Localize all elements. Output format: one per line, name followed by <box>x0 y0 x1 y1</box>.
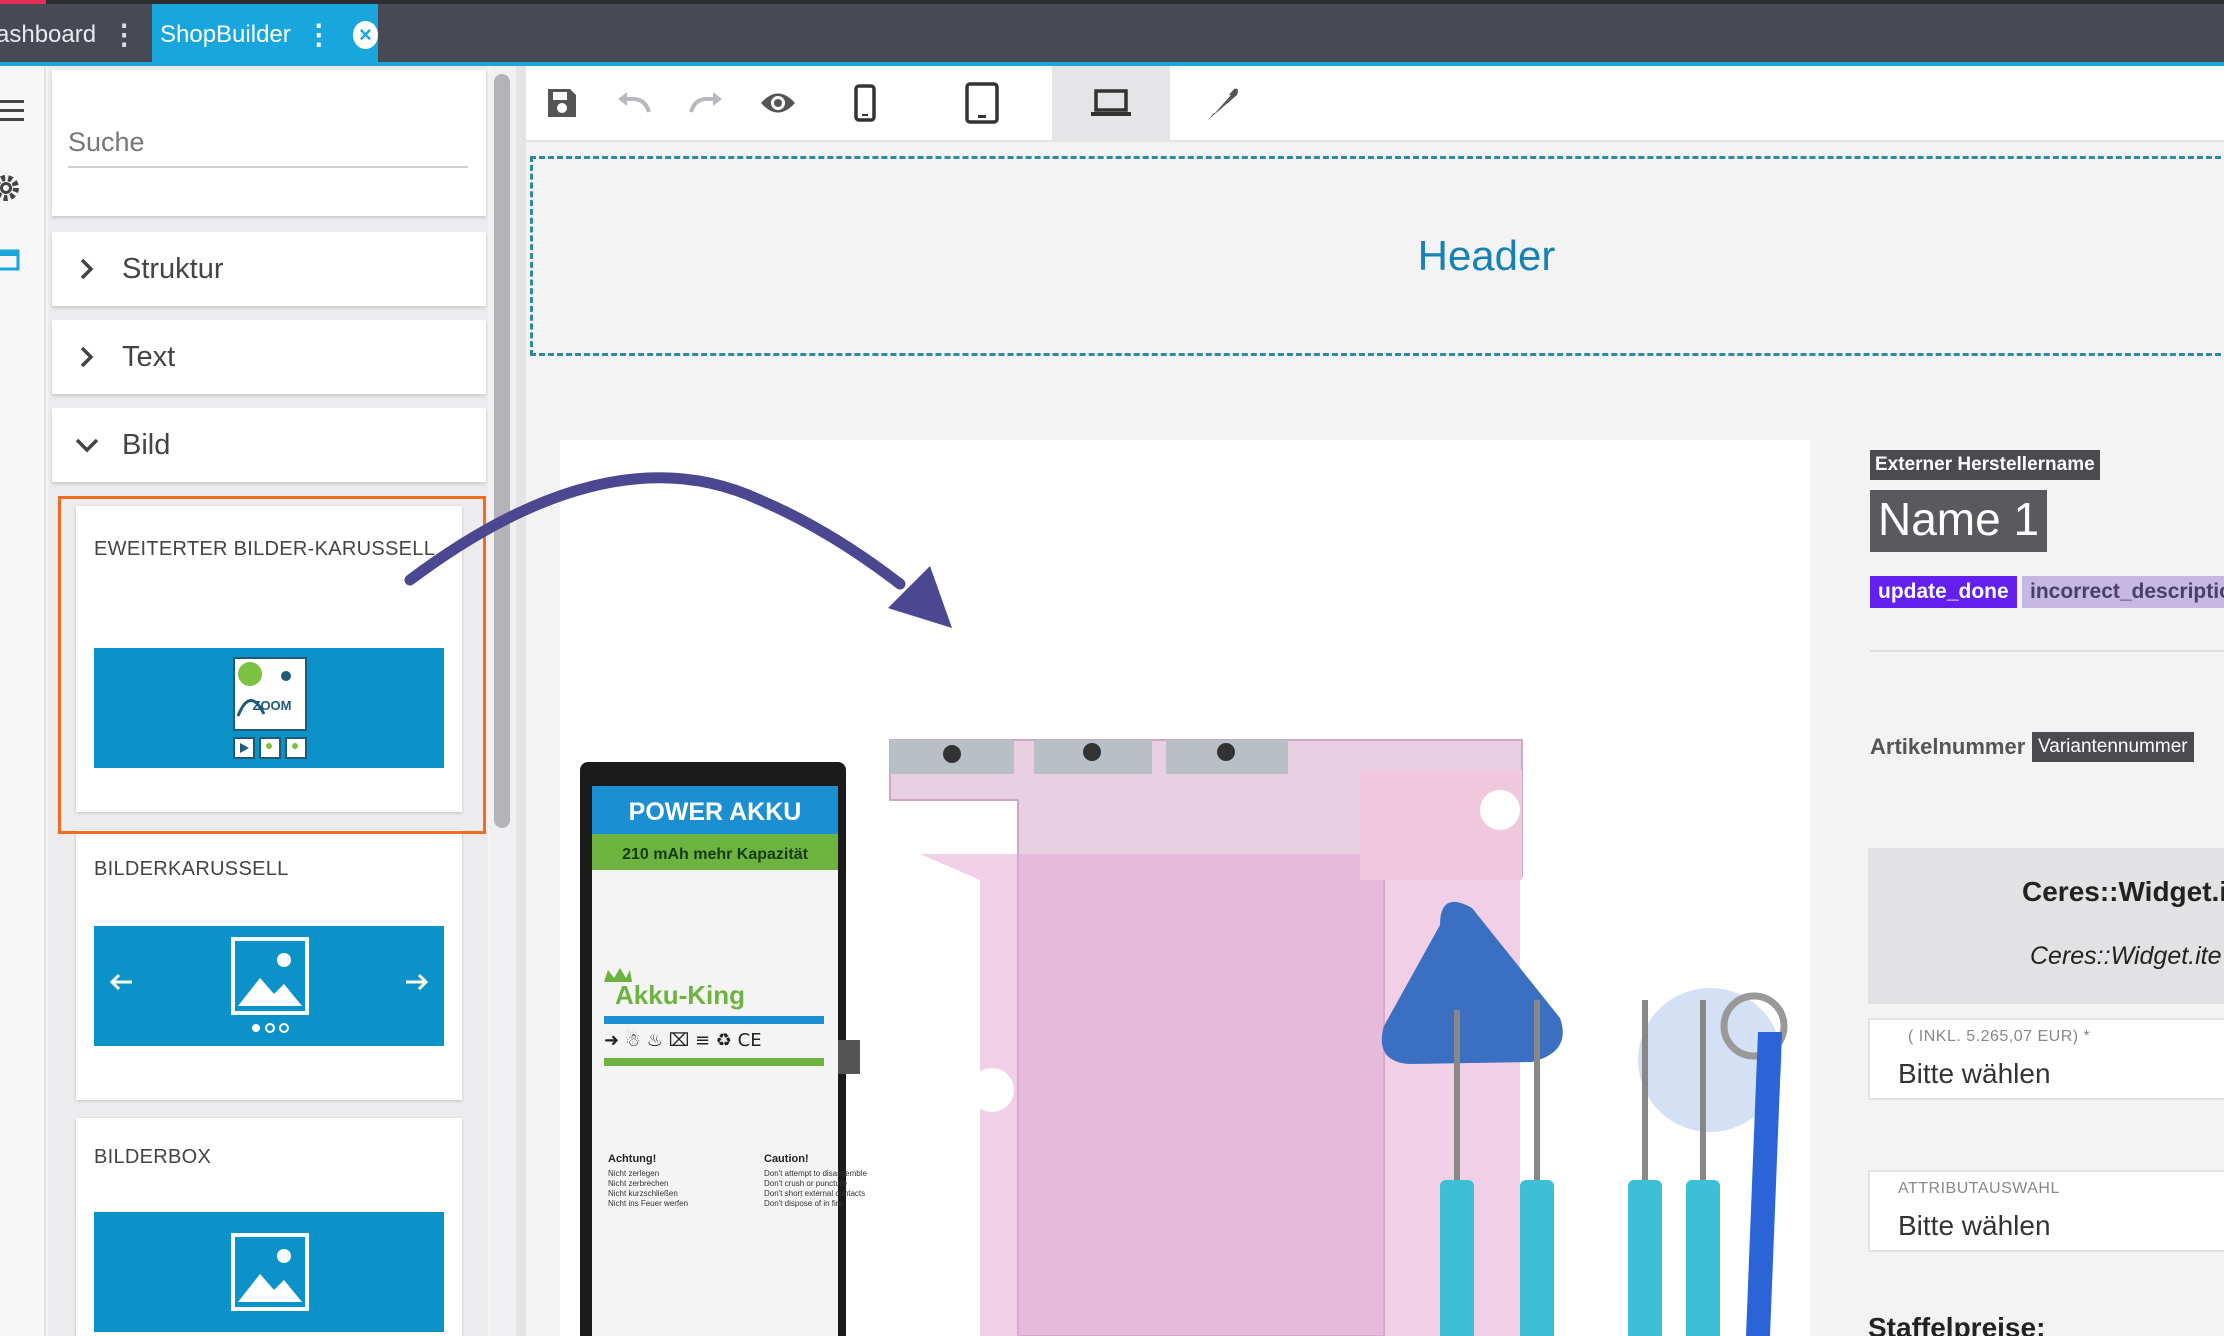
battery-subtitle: 210 mAh mehr Kapazität <box>622 846 809 863</box>
panel-divider <box>516 66 526 1336</box>
category-text[interactable]: Text <box>52 320 486 394</box>
laptop-icon <box>1091 89 1131 116</box>
chevron-right-icon <box>52 257 122 281</box>
category-struktur[interactable]: Struktur <box>52 232 486 306</box>
widget-card-image-carousel[interactable]: BILDERKARUSSELL <box>76 830 462 1100</box>
ceres-widget-subtitle: Ceres::Widget.ite <box>2030 942 2222 970</box>
save-icon <box>548 89 576 117</box>
category-label: Struktur <box>122 252 224 285</box>
image-icon <box>231 1233 309 1311</box>
divider <box>1870 650 2224 652</box>
article-number-label: Artikelnummer <box>1870 734 2026 759</box>
image-icon <box>231 937 309 1033</box>
product-name: Name 1 <box>1870 490 2048 552</box>
scrollbar-thumb[interactable] <box>494 74 510 828</box>
widget-card-label: BILDERKARUSSELL <box>94 858 289 880</box>
ceres-widget-box <box>1868 848 2224 1004</box>
select-value: Bitte wählen <box>1898 1058 2051 1089</box>
warning-en-line: Don't dispose of in fire <box>764 1199 843 1208</box>
feather-icon <box>1208 88 1238 120</box>
tier-prices-heading: Staffelpreise: <box>1868 1312 2046 1336</box>
warning-en-title: Caution! <box>764 1153 809 1165</box>
tab-shopbuilder-label: ShopBuilder <box>160 21 291 48</box>
select-value: Bitte wählen <box>1898 1210 2051 1241</box>
widget-thumbnail <box>94 926 444 1046</box>
preview-button[interactable] <box>742 66 814 140</box>
warning-en-line: Don't crush or puncture <box>764 1179 847 1188</box>
editor-toolbar <box>526 66 2224 142</box>
battery-title: POWER AKKU <box>629 798 802 826</box>
widget-card-image-box[interactable]: BILDERBOX <box>76 1118 462 1336</box>
tablet-icon <box>965 82 999 124</box>
redo-button[interactable] <box>670 66 742 140</box>
manufacturer-tag: Externer Herstellername <box>1870 450 2100 480</box>
left-icon-strip <box>0 66 46 1336</box>
desktop-view-button[interactable] <box>1052 66 1170 140</box>
phone-icon <box>854 84 876 122</box>
status-badge-update: update_done <box>1870 576 2017 608</box>
status-badge-incorrect: incorrect_descriptio <box>2022 576 2224 608</box>
warning-en-line: Don't attempt to disassemble <box>764 1169 867 1178</box>
product-image[interactable]: POWER AKKU 210 mAh mehr Kapazität Akku-K… <box>560 440 1810 1336</box>
highlight-frame <box>58 496 486 834</box>
window-icon[interactable] <box>0 248 24 274</box>
select-caption: ATTRIBUTAUSWAHL <box>1898 1180 2060 1197</box>
header-drop-zone[interactable]: Header <box>530 156 2224 356</box>
svg-text:➜ ☃ ♨ ⌧ ≡ ♻ CE: ➜ ☃ ♨ ⌧ ≡ ♻ CE <box>604 1029 762 1051</box>
more-vert-icon[interactable]: ⋮ <box>110 21 138 49</box>
eye-icon <box>761 93 795 113</box>
gear-icon[interactable] <box>0 170 28 206</box>
header-label: Header <box>1417 232 1556 279</box>
undo-icon <box>618 92 651 113</box>
category-label: Bild <box>122 428 171 461</box>
warning-de-line: Nicht kurzschließen <box>608 1189 678 1198</box>
redo-icon <box>689 92 722 113</box>
warning-de-line: Nicht ins Feuer werfen <box>608 1199 688 1208</box>
search-box <box>52 70 486 216</box>
ceres-widget-title: Ceres::Widget.i <box>2022 876 2224 907</box>
undo-button[interactable] <box>598 66 670 140</box>
category-label: Text <box>122 340 176 373</box>
style-editor-button[interactable] <box>1186 66 1258 140</box>
variant-select[interactable]: ( INKL. 5.265,07 EUR) * Bitte wählen <box>1868 1018 2224 1100</box>
chevron-right-icon <box>52 345 122 369</box>
close-icon[interactable]: × <box>352 21 378 49</box>
tab-bar: ashboard ⋮ ShopBuilder ⋮ × <box>0 0 2224 66</box>
category-bild[interactable]: Bild <box>52 408 486 482</box>
more-vert-icon[interactable]: ⋮ <box>305 21 333 49</box>
save-button[interactable] <box>526 66 598 140</box>
search-input[interactable] <box>68 118 468 168</box>
widget-thumbnail <box>94 1212 444 1332</box>
select-caption: ( INKL. 5.265,07 EUR) * <box>1908 1028 2091 1045</box>
warning-de-title: Achtung! <box>608 1153 656 1165</box>
battery-brand: Akku-King <box>615 980 745 1010</box>
tab-dashboard[interactable]: ashboard ⋮ <box>0 4 146 66</box>
warning-de-line: Nicht zerbrechen <box>608 1179 668 1188</box>
arrow-left-icon <box>109 973 132 991</box>
warning-en-line: Don't short external contacts <box>764 1189 865 1198</box>
widget-card-label: BILDERBOX <box>94 1146 212 1168</box>
attribute-select[interactable]: ATTRIBUTAUSWAHL Bitte wählen <box>1868 1170 2224 1252</box>
warning-de-line: Nicht zerlegen <box>608 1169 659 1178</box>
tab-dashboard-label: ashboard <box>0 21 97 48</box>
product-image-illustration: POWER AKKU 210 mAh mehr Kapazität Akku-K… <box>580 739 1788 1336</box>
mobile-view-button[interactable] <box>826 66 904 140</box>
menu-icon[interactable] <box>0 98 30 124</box>
arrow-right-icon <box>406 973 429 991</box>
tablet-view-button[interactable] <box>940 66 1024 140</box>
variant-number-badge: Variantennummer <box>2032 732 2194 762</box>
tab-shopbuilder[interactable]: ShopBuilder ⋮ × <box>152 4 378 66</box>
chevron-down-icon <box>52 435 122 455</box>
